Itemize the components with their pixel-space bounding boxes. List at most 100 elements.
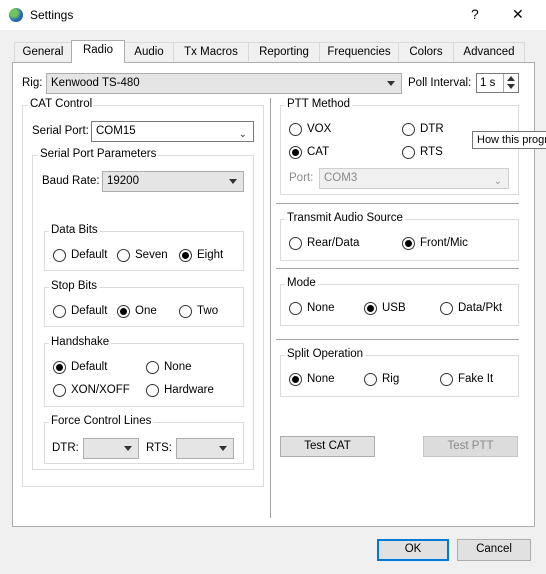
ptt-rts-radio[interactable] xyxy=(402,146,415,159)
handshake-group xyxy=(44,343,244,407)
serial-port-combo[interactable]: COM15 ⌄ xyxy=(91,121,254,142)
audio-front-mic-radio[interactable] xyxy=(402,237,415,250)
baud-rate-select[interactable]: 19200 xyxy=(102,171,244,192)
split-fake-it-label[interactable]: Fake It xyxy=(458,373,493,385)
force-control-title: Force Control Lines xyxy=(49,415,154,427)
handshake-xonxoff-label[interactable]: XON/XOFF xyxy=(71,384,130,396)
ptt-dtr-label[interactable]: DTR xyxy=(420,123,444,135)
baud-rate-value: 19200 xyxy=(107,175,139,187)
ptt-port-combo[interactable]: COM3 ⌄ xyxy=(319,168,509,189)
handshake-title: Handshake xyxy=(49,336,112,348)
ptt-vox-radio[interactable] xyxy=(289,123,302,136)
mode-usb-label[interactable]: USB xyxy=(382,302,406,314)
cat-control-title: CAT Control xyxy=(28,98,95,110)
tab-reporting[interactable]: Reporting xyxy=(248,42,320,62)
split-none-label[interactable]: None xyxy=(307,373,335,385)
stop-bits-title: Stop Bits xyxy=(49,280,100,292)
dropdown-arrow-icon xyxy=(219,446,227,451)
rig-label: Rig: xyxy=(22,77,43,89)
audio-source-title: Transmit Audio Source xyxy=(285,212,405,224)
stop-bits-one-label[interactable]: One xyxy=(135,305,157,317)
chevron-down-icon: ⌄ xyxy=(493,176,502,187)
data-bits-seven-label[interactable]: Seven xyxy=(135,249,168,261)
mode-title: Mode xyxy=(285,277,318,289)
stop-bits-default-label[interactable]: Default xyxy=(71,305,107,317)
mode-none-label[interactable]: None xyxy=(307,302,335,314)
rts-select[interactable] xyxy=(176,438,234,459)
ptt-cat-radio[interactable] xyxy=(289,146,302,159)
handshake-default-label[interactable]: Default xyxy=(71,361,107,373)
stop-bits-one-radio[interactable] xyxy=(117,305,130,318)
ptt-rts-label[interactable]: RTS xyxy=(420,146,443,158)
rts-label: RTS: xyxy=(146,442,172,454)
handshake-none-radio[interactable] xyxy=(146,361,159,374)
test-ptt-button[interactable]: Test PTT xyxy=(423,436,518,457)
ptt-port-value: COM3 xyxy=(324,172,358,184)
test-cat-button[interactable]: Test CAT xyxy=(280,436,375,457)
rig-select[interactable]: Kenwood TS-480 xyxy=(46,73,402,94)
data-bits-eight-label[interactable]: Eight xyxy=(197,249,223,261)
tab-audio[interactable]: Audio xyxy=(124,42,174,62)
serial-params-title: Serial Port Parameters xyxy=(38,148,159,160)
data-bits-eight-radio[interactable] xyxy=(179,249,192,262)
cancel-button[interactable]: Cancel xyxy=(457,539,531,561)
serial-port-value: COM15 xyxy=(96,125,136,137)
split-none-radio[interactable] xyxy=(289,373,302,386)
split-rig-label[interactable]: Rig xyxy=(382,373,399,385)
split-operation-title: Split Operation xyxy=(285,348,366,360)
tab-colors[interactable]: Colors xyxy=(398,42,454,62)
app-globe-icon xyxy=(9,8,23,22)
mode-usb-radio[interactable] xyxy=(364,302,377,315)
dropdown-arrow-icon xyxy=(387,81,395,86)
spin-up-icon[interactable] xyxy=(507,76,515,81)
tooltip: How this progr xyxy=(472,131,546,149)
serial-port-label: Serial Port: xyxy=(32,125,89,137)
stop-bits-default-radio[interactable] xyxy=(53,305,66,318)
rig-value: Kenwood TS-480 xyxy=(51,77,140,89)
tab-general[interactable]: General xyxy=(14,42,72,62)
audio-rear-data-label[interactable]: Rear/Data xyxy=(307,237,359,249)
poll-interval-spinbox[interactable]: 1 s xyxy=(476,73,519,93)
baud-rate-label: Baud Rate: xyxy=(42,175,100,187)
dropdown-arrow-icon xyxy=(229,179,237,184)
split-rig-radio[interactable] xyxy=(364,373,377,386)
ok-button[interactable]: OK xyxy=(377,539,449,561)
mode-none-radio[interactable] xyxy=(289,302,302,315)
horizontal-separator xyxy=(276,339,519,340)
title-bar xyxy=(0,0,546,30)
ptt-vox-label[interactable]: VOX xyxy=(307,123,331,135)
data-bits-default-label[interactable]: Default xyxy=(71,249,107,261)
vertical-separator xyxy=(270,98,271,518)
poll-interval-label: Poll Interval: xyxy=(408,77,472,89)
ptt-port-label: Port: xyxy=(289,172,314,184)
audio-front-mic-label[interactable]: Front/Mic xyxy=(420,237,468,249)
ptt-dtr-radio[interactable] xyxy=(402,123,415,136)
tab-radio[interactable]: Radio xyxy=(71,40,125,63)
horizontal-separator xyxy=(276,203,519,204)
dropdown-arrow-icon xyxy=(124,446,132,451)
mode-data-pkt-radio[interactable] xyxy=(440,302,453,315)
stop-bits-two-label[interactable]: Two xyxy=(197,305,218,317)
audio-rear-data-radio[interactable] xyxy=(289,237,302,250)
handshake-hardware-radio[interactable] xyxy=(146,384,159,397)
help-button[interactable]: ? xyxy=(471,6,479,22)
close-button[interactable]: ✕ xyxy=(512,6,524,23)
handshake-xonxoff-radio[interactable] xyxy=(53,384,66,397)
chevron-down-icon: ⌄ xyxy=(238,129,247,140)
data-bits-seven-radio[interactable] xyxy=(117,249,130,262)
spinner-buttons[interactable] xyxy=(503,74,518,92)
mode-data-pkt-label[interactable]: Data/Pkt xyxy=(458,302,502,314)
spin-down-icon[interactable] xyxy=(507,84,515,89)
tab-advanced[interactable]: Advanced xyxy=(453,42,525,62)
tab-tx-macros[interactable]: Tx Macros xyxy=(173,42,249,62)
ptt-cat-label[interactable]: CAT xyxy=(307,146,329,158)
stop-bits-two-radio[interactable] xyxy=(179,305,192,318)
handshake-hardware-label[interactable]: Hardware xyxy=(164,384,214,396)
split-fake-it-radio[interactable] xyxy=(440,373,453,386)
handshake-none-label[interactable]: None xyxy=(164,361,192,373)
data-bits-default-radio[interactable] xyxy=(53,249,66,262)
handshake-default-radio[interactable] xyxy=(53,361,66,374)
dtr-label: DTR: xyxy=(52,442,79,454)
tab-frequencies[interactable]: Frequencies xyxy=(319,42,399,62)
dtr-select[interactable] xyxy=(83,438,139,459)
